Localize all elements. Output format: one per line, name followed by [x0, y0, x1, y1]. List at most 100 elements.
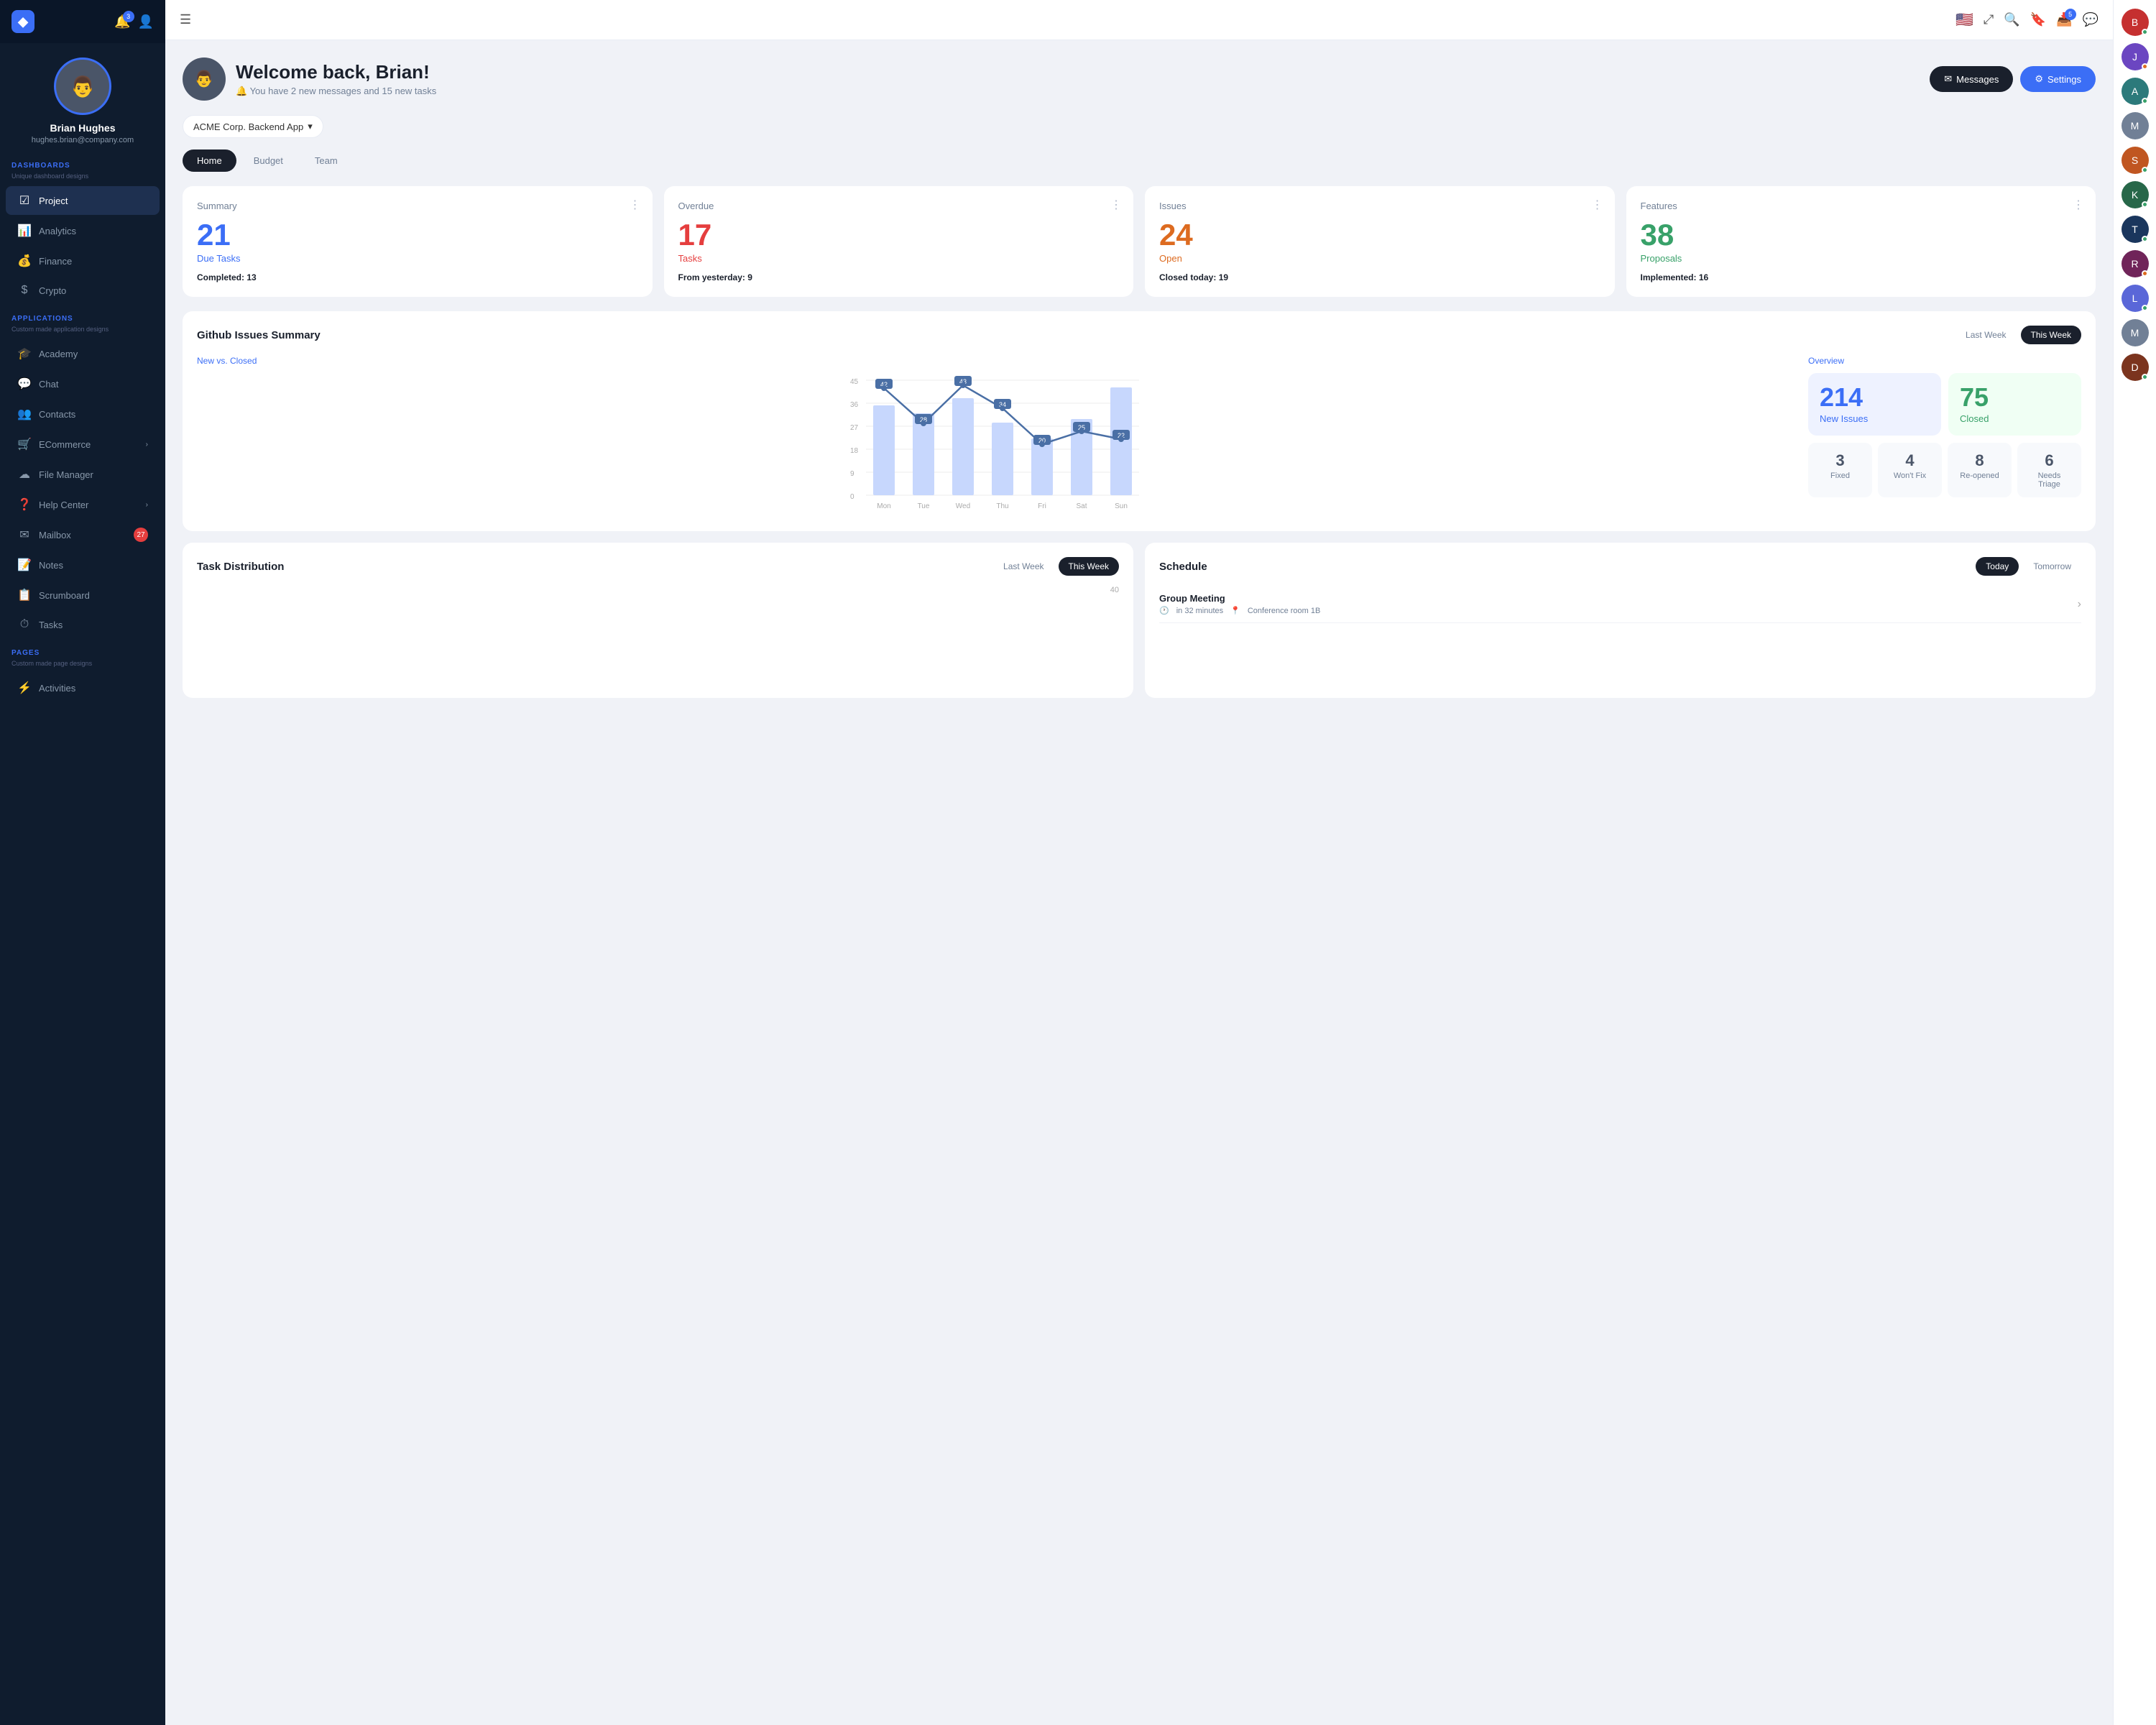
stat-menu-overdue[interactable]: ⋮ — [1110, 198, 1122, 212]
last-week-button[interactable]: Last Week — [1955, 326, 2016, 344]
sidebar-item-label-activities: Activities — [39, 683, 75, 694]
svg-text:Sat: Sat — [1076, 502, 1087, 510]
stat-number-overdue: 17 — [678, 220, 1120, 250]
tab-budget[interactable]: Budget — [239, 150, 298, 172]
scrumboard-icon: 📋 — [17, 588, 32, 602]
welcome-left: 👨 Welcome back, Brian! 🔔 You have 2 new … — [183, 58, 436, 101]
inbox-button[interactable]: 📥 5 — [2056, 12, 2072, 27]
messages-button[interactable]: ✉ Messages — [1930, 66, 2013, 92]
stat-card-summary: Summary ⋮ 21 Due Tasks Completed: 13 — [183, 186, 653, 297]
settings-button[interactable]: ⚙ Settings — [2020, 66, 2096, 92]
fullscreen-button[interactable]: ⤢ — [1984, 12, 1994, 27]
sidebar-item-academy[interactable]: 🎓 Academy — [6, 339, 160, 368]
user-icon-button[interactable]: 👤 — [138, 14, 154, 29]
schedule-toggle: Today Tomorrow — [1976, 557, 2081, 576]
sidebar-item-scrumboard[interactable]: 📋 Scrumboard — [6, 581, 160, 610]
stat-menu-issues[interactable]: ⋮ — [1592, 198, 1603, 212]
rp-avatar-7[interactable]: T — [2122, 216, 2149, 243]
rp-dot-3 — [2142, 98, 2148, 104]
sidebar-item-notes[interactable]: 📝 Notes — [6, 551, 160, 579]
bookmark-button[interactable]: 🔖 — [2030, 12, 2046, 27]
task-dist-title: Task Distribution — [197, 561, 284, 573]
app-logo[interactable]: ◆ — [11, 10, 34, 33]
schedule-item-time: in 32 minutes — [1176, 607, 1223, 615]
tomorrow-button[interactable]: Tomorrow — [2023, 557, 2081, 576]
academy-icon: 🎓 — [17, 346, 32, 361]
stat-number-features: 38 — [1641, 220, 2082, 250]
rp-avatar-8[interactable]: R — [2122, 250, 2149, 277]
analytics-icon: 📊 — [17, 224, 32, 238]
task-last-week-button[interactable]: Last Week — [993, 557, 1054, 576]
chart-section: New vs. Closed 45 36 27 18 9 0 — [197, 356, 1794, 517]
sidebar-header: ◆ 🔔 3 👤 — [0, 0, 165, 43]
new-issues-number: 214 — [1820, 385, 1930, 410]
rp-avatar-2[interactable]: J — [2122, 43, 2149, 70]
tab-home[interactable]: Home — [183, 150, 236, 172]
flag-icon[interactable]: 🇺🇸 — [1955, 11, 1973, 29]
stat-menu-summary[interactable]: ⋮ — [630, 198, 641, 212]
rp-dot-6 — [2142, 201, 2148, 208]
svg-text:0: 0 — [850, 493, 854, 501]
inbox-badge: 5 — [2065, 9, 2076, 20]
ecommerce-arrow-icon: › — [146, 441, 148, 448]
rp-avatar-5[interactable]: S — [2122, 147, 2149, 174]
sidebar-item-mailbox[interactable]: ✉ Mailbox 27 — [6, 520, 160, 549]
schedule-item-meta: 🕐 in 32 minutes 📍 Conference room 1B — [1159, 606, 1320, 615]
chat-button[interactable]: 💬 — [2083, 12, 2099, 27]
github-title: Github Issues Summary — [197, 329, 321, 341]
rp-avatar-11[interactable]: D — [2122, 354, 2149, 381]
sidebar-item-helpcenter[interactable]: ❓ Help Center › — [6, 490, 160, 519]
stat-menu-features[interactable]: ⋮ — [2073, 198, 2084, 212]
menu-toggle-button[interactable]: ☰ — [180, 12, 191, 27]
welcome-subtitle: 🔔 You have 2 new messages and 15 new tas… — [236, 86, 436, 97]
rp-avatar-4[interactable]: M — [2122, 112, 2149, 139]
stat-title-features: Features — [1641, 201, 2082, 211]
chat-icon: 💬 — [17, 377, 32, 391]
overview-bottom: 3 Fixed 4 Won't Fix 8 Re-opened — [1808, 443, 2081, 497]
schedule-card: Schedule Today Tomorrow Group Meeting 🕐 … — [1145, 543, 2096, 698]
sidebar-item-finance[interactable]: 💰 Finance — [6, 247, 160, 275]
this-week-button[interactable]: This Week — [2021, 326, 2081, 344]
svg-text:Fri: Fri — [1038, 502, 1046, 510]
search-button[interactable]: 🔍 — [2004, 12, 2019, 27]
svg-text:18: 18 — [850, 447, 859, 455]
sidebar-top-icons: 🔔 3 👤 — [114, 14, 154, 29]
today-button[interactable]: Today — [1976, 557, 2019, 576]
rp-dot-5 — [2142, 167, 2148, 173]
stats-grid: Summary ⋮ 21 Due Tasks Completed: 13 Ove… — [183, 186, 2096, 297]
section-sublabel-pages: Custom made page designs — [0, 660, 165, 673]
stat-title-overdue: Overdue — [678, 201, 1120, 211]
sidebar-item-label-chat: Chat — [39, 379, 58, 390]
schedule-item-arrow-icon[interactable]: › — [2078, 598, 2081, 611]
stat-number-summary: 21 — [197, 220, 638, 250]
rp-avatar-9[interactable]: L — [2122, 285, 2149, 312]
sidebar-item-activities[interactable]: ⚡ Activities — [6, 673, 160, 702]
welcome-buttons: ✉ Messages ⚙ Settings — [1930, 66, 2096, 92]
rp-avatar-6[interactable]: K — [2122, 181, 2149, 208]
sidebar-item-tasks[interactable]: ⏱ Tasks — [6, 611, 160, 638]
sidebar-item-analytics[interactable]: 📊 Analytics — [6, 216, 160, 245]
notification-button[interactable]: 🔔 3 — [114, 14, 130, 29]
sidebar-item-crypto[interactable]: $ Crypto — [6, 277, 160, 304]
stat-card-overdue: Overdue ⋮ 17 Tasks From yesterday: 9 — [664, 186, 1134, 297]
project-icon: ☑ — [17, 193, 32, 208]
section-sublabel-dashboards: Unique dashboard designs — [0, 172, 165, 185]
sidebar-item-contacts[interactable]: 👥 Contacts — [6, 400, 160, 428]
rp-avatar-1[interactable]: B — [2122, 9, 2149, 36]
sidebar: ◆ 🔔 3 👤 👨 Brian Hughes hughes.brian@comp… — [0, 0, 165, 1725]
sidebar-item-filemanager[interactable]: ☁ File Manager — [6, 460, 160, 489]
sidebar-item-chat[interactable]: 💬 Chat — [6, 369, 160, 398]
rp-avatar-3[interactable]: A — [2122, 78, 2149, 105]
task-this-week-button[interactable]: This Week — [1059, 557, 1119, 576]
chart-label: New vs. Closed — [197, 356, 1794, 366]
main-content: 👨 Welcome back, Brian! 🔔 You have 2 new … — [165, 40, 2113, 1725]
project-selector[interactable]: ACME Corp. Backend App ▾ — [183, 115, 323, 138]
helpcenter-icon: ❓ — [17, 497, 32, 512]
sidebar-item-project[interactable]: ☑ Project — [6, 186, 160, 215]
tab-team[interactable]: Team — [300, 150, 352, 172]
schedule-item-title: Group Meeting — [1159, 593, 1320, 604]
dropdown-chevron-icon: ▾ — [308, 121, 313, 132]
sidebar-item-ecommerce[interactable]: 🛒 ECommerce › — [6, 430, 160, 459]
right-panel: B J A M S K T R L M — [2113, 0, 2156, 1725]
rp-avatar-10[interactable]: M — [2122, 319, 2149, 346]
